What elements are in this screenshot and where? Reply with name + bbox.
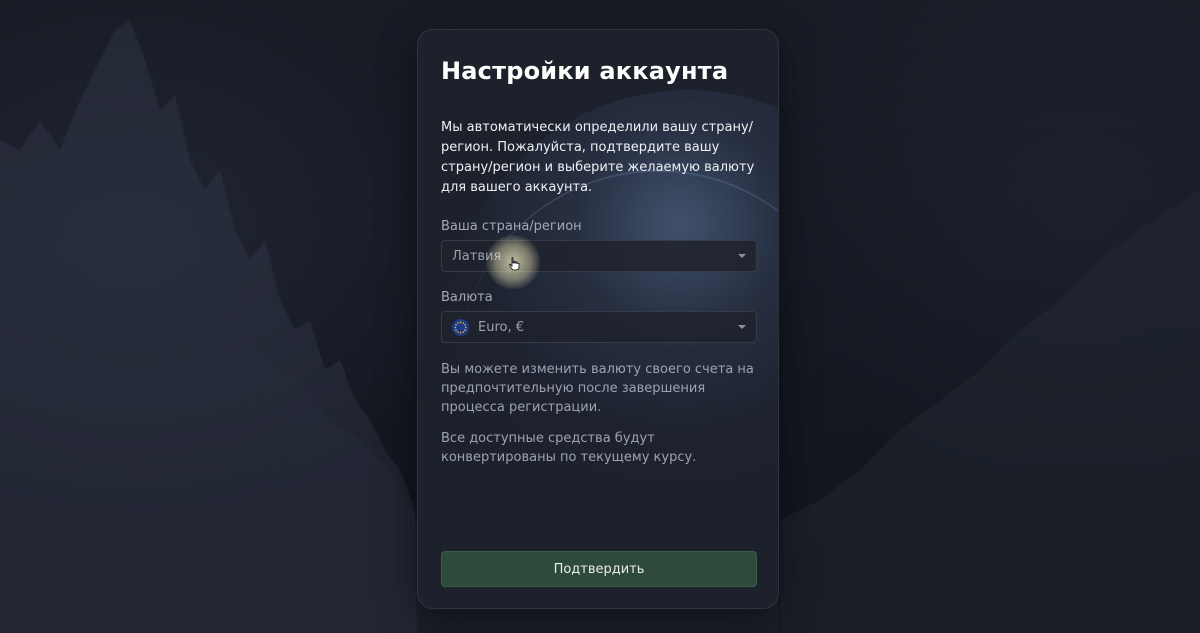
currency-select-value: Euro, €	[478, 319, 525, 335]
change-currency-note: Вы можете изменить валюту своего счета н…	[441, 362, 754, 415]
account-settings-dialog: Настройки аккаунта Мы автоматически опре…	[417, 29, 779, 609]
dialog-title: Настройки аккаунта	[441, 57, 729, 85]
currency-field-label: Валюта	[441, 290, 493, 305]
intro-text: Мы автоматически определили вашу страну/…	[441, 120, 755, 195]
chevron-down-icon	[738, 254, 746, 258]
eu-flag-icon	[452, 318, 469, 336]
currency-select[interactable]: Euro, €	[441, 311, 757, 343]
country-select-value: Латвия	[452, 248, 502, 264]
country-field-label: Ваша страна/регион	[441, 219, 582, 234]
country-select[interactable]: Латвия	[441, 240, 757, 272]
chevron-down-icon	[738, 325, 746, 329]
background-area-right	[780, 190, 1200, 633]
dialog-content: Настройки аккаунта Мы автоматически опре…	[418, 30, 778, 608]
conversion-note: Все доступные средства будут конвертиров…	[441, 431, 697, 465]
confirm-button[interactable]: Подтвердить	[441, 551, 757, 587]
